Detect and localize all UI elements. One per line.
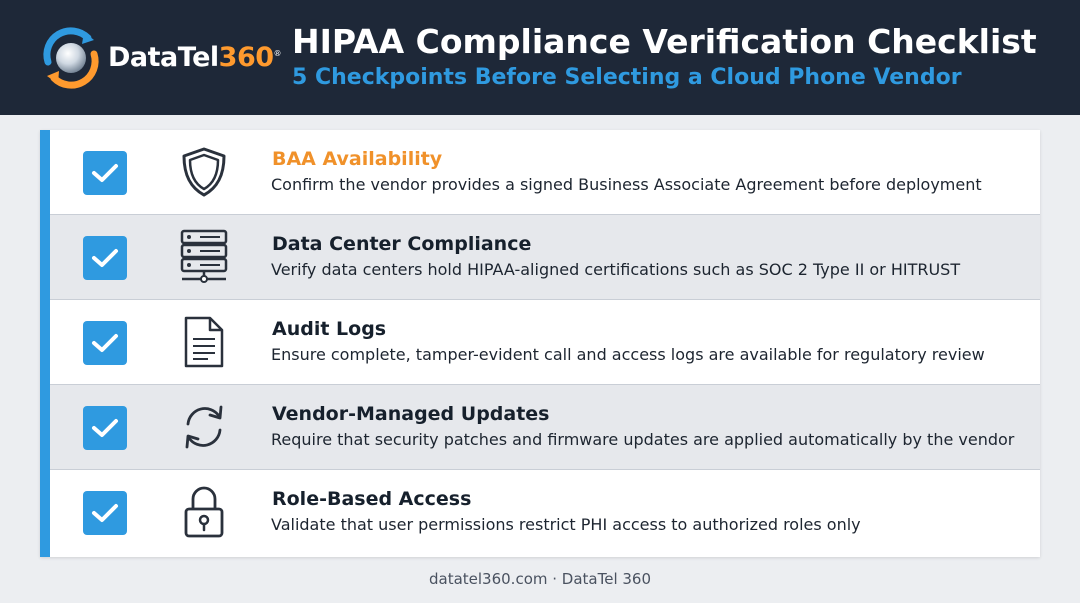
brand-logo: DataTel360® (38, 24, 282, 90)
shield-icon (178, 146, 230, 198)
checkbox-checked[interactable] (83, 406, 127, 450)
checklist-item-title: Role-Based Access (272, 488, 472, 510)
checklist-item-description: Confirm the vendor provides a signed Bus… (271, 175, 982, 194)
server-icon (178, 229, 230, 283)
checklist-item-description: Verify data centers hold HIPAA-aligned c… (271, 260, 961, 279)
checkbox-checked[interactable] (83, 321, 127, 365)
header-banner: DataTel360® HIPAA Compliance Verificatio… (0, 0, 1080, 115)
refresh-icon (178, 401, 230, 453)
page-subtitle: 5 Checkpoints Before Selecting a Cloud P… (292, 65, 962, 90)
footer-text: datatel360.com · DataTel 360 (428, 570, 652, 588)
globe-logo-icon (43, 27, 99, 89)
checklist-item-title: BAA Availability (272, 148, 443, 170)
checklist: BAA Availability Confirm the vendor prov… (40, 130, 1040, 557)
checklist-item-description: Ensure complete, tamper-evident call and… (271, 345, 985, 364)
checkmark-icon (92, 334, 118, 352)
checklist-item-description: Validate that user permissions restrict … (271, 515, 861, 534)
lock-icon (178, 486, 230, 538)
checklist-item: Role-Based Access Validate that user per… (50, 470, 1040, 555)
checkbox-checked[interactable] (83, 151, 127, 195)
checklist-item: Data Center Compliance Verify data cente… (50, 215, 1040, 300)
checklist-item: BAA Availability Confirm the vendor prov… (50, 130, 1040, 215)
brand-name: DataTel360® (108, 41, 282, 73)
checkmark-icon (92, 249, 118, 267)
document-icon (178, 316, 230, 368)
checkbox-checked[interactable] (83, 236, 127, 280)
checklist-item-title: Data Center Compliance (272, 233, 532, 255)
checklist-item: Vendor-Managed Updates Require that secu… (50, 385, 1040, 470)
checkmark-icon (92, 504, 118, 522)
checklist-item-title: Vendor-Managed Updates (272, 403, 550, 425)
checklist-item-description: Require that security patches and firmwa… (271, 430, 1015, 449)
checklist-item-title: Audit Logs (272, 318, 387, 340)
checkmark-icon (92, 164, 118, 182)
checklist-item: Audit Logs Ensure complete, tamper-evide… (50, 300, 1040, 385)
checkmark-icon (92, 419, 118, 437)
page-title: HIPAA Compliance Verification Checklist (292, 22, 1037, 61)
checkbox-checked[interactable] (83, 491, 127, 535)
